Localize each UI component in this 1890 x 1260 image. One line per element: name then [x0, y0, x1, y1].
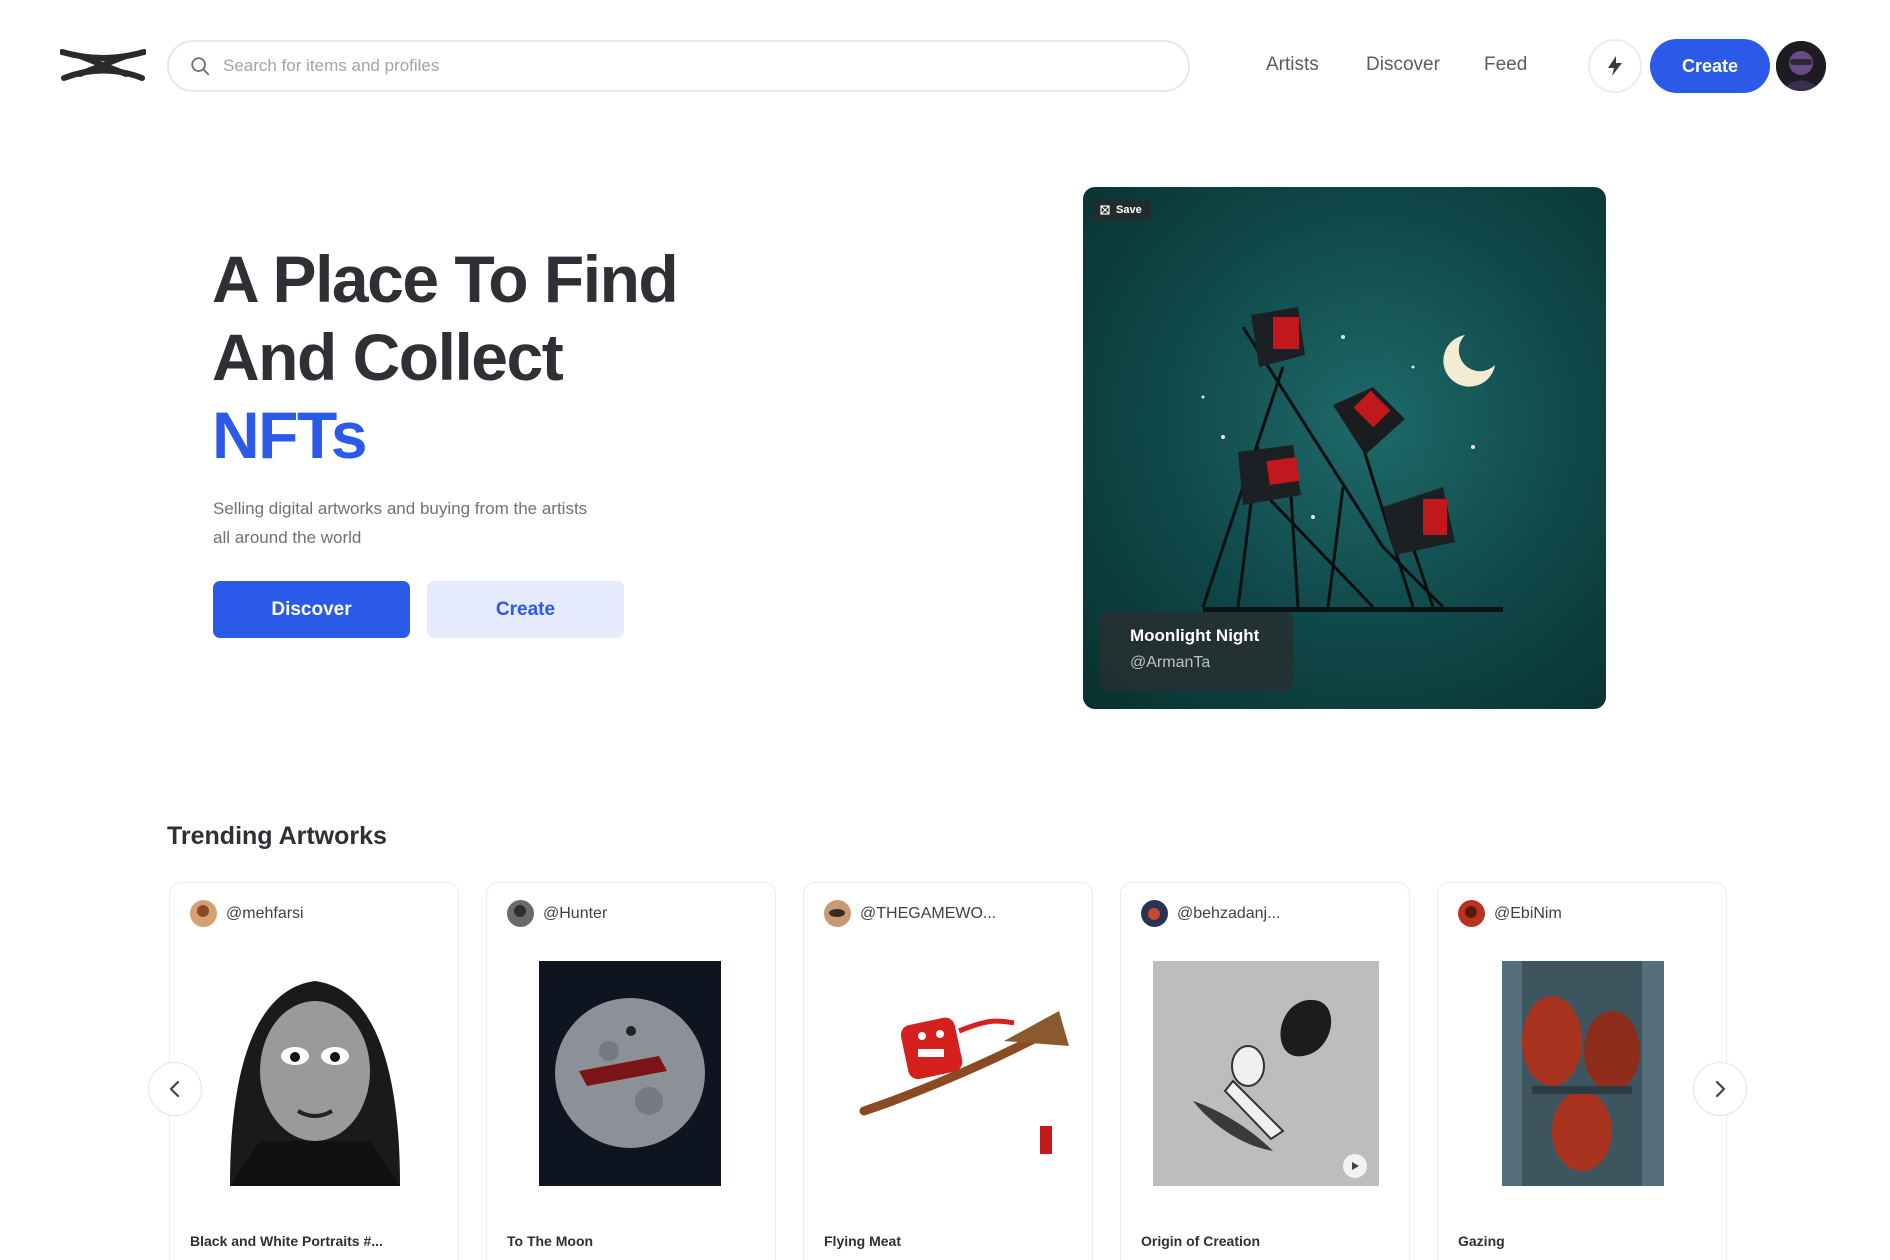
artwork-image[interactable]: [1153, 961, 1379, 1186]
artist-avatar[interactable]: [190, 900, 217, 927]
artist-avatar[interactable]: [507, 900, 534, 927]
bookmark-icon: [1100, 205, 1110, 215]
save-label: Save: [1116, 204, 1142, 216]
play-icon: [1352, 1162, 1359, 1170]
artwork-title[interactable]: Flying Meat: [824, 1233, 901, 1249]
card-header: @behzadanj...: [1141, 900, 1280, 927]
artist-handle[interactable]: @behzadanj...: [1177, 905, 1280, 923]
trending-title: Trending Artworks: [167, 822, 387, 850]
artwork-title[interactable]: Origin of Creation: [1141, 1233, 1260, 1249]
chevron-left-icon: [169, 1080, 180, 1098]
logo-icon: [59, 49, 147, 81]
artist-handle[interactable]: @Hunter: [543, 905, 607, 923]
artwork-card[interactable]: @EbiNim Gazing: [1437, 882, 1727, 1260]
nav-artists[interactable]: Artists: [1266, 54, 1319, 76]
featured-artwork[interactable]: Save Moonlight Night @ArmanTa: [1083, 187, 1606, 709]
artist-handle[interactable]: @THEGAMEWO...: [860, 905, 996, 923]
discover-button[interactable]: Discover: [213, 581, 410, 638]
header-create-button[interactable]: Create: [1650, 39, 1770, 93]
artwork-card[interactable]: @behzadanj... Origin of Creation: [1120, 882, 1410, 1260]
lightning-icon: [1608, 56, 1622, 76]
search-bar[interactable]: [167, 40, 1190, 92]
save-button[interactable]: Save: [1091, 199, 1151, 221]
nav-discover[interactable]: Discover: [1366, 54, 1440, 76]
user-avatar[interactable]: [1776, 41, 1826, 91]
artwork-card[interactable]: @mehfarsi Black and White Portraits #...: [169, 882, 459, 1260]
hero-title: A Place To Find And Collect NFTs: [212, 240, 679, 474]
card-header: @Hunter: [507, 900, 607, 927]
create-button[interactable]: Create: [427, 581, 624, 638]
artwork-title[interactable]: To The Moon: [507, 1233, 593, 1249]
artwork-title[interactable]: Gazing: [1458, 1233, 1505, 1249]
artwork-image[interactable]: [834, 961, 1074, 1186]
featured-caption: Moonlight Night @ArmanTa: [1099, 612, 1293, 691]
featured-title: Moonlight Night: [1130, 626, 1260, 645]
artwork-card[interactable]: @Hunter To The Moon: [486, 882, 776, 1260]
search-icon: [191, 57, 210, 76]
card-header: @THEGAMEWO...: [824, 900, 996, 927]
search-input[interactable]: [223, 56, 1123, 76]
artwork-image[interactable]: [200, 961, 430, 1186]
featured-artist[interactable]: @ArmanTa: [1130, 654, 1293, 672]
hero-title-line2: And Collect: [212, 320, 564, 394]
artist-avatar[interactable]: [824, 900, 851, 927]
card-header: @EbiNim: [1458, 900, 1562, 927]
avatar-image: [1776, 41, 1826, 91]
artwork-card[interactable]: @THEGAMEWO... Flying Meat: [803, 882, 1093, 1260]
artwork-image[interactable]: [539, 961, 721, 1186]
artist-handle[interactable]: @EbiNim: [1494, 905, 1562, 923]
chevron-right-icon: [1715, 1080, 1726, 1098]
logo[interactable]: [59, 46, 147, 84]
hero-title-accent: NFTs: [212, 398, 368, 472]
activity-button[interactable]: [1588, 39, 1642, 93]
hero-title-line1: A Place To Find: [212, 242, 679, 316]
nav-feed[interactable]: Feed: [1484, 54, 1527, 76]
artwork-image[interactable]: [1502, 961, 1664, 1186]
artist-handle[interactable]: @mehfarsi: [226, 905, 304, 923]
carousel-prev-button[interactable]: [148, 1062, 202, 1116]
play-button[interactable]: [1343, 1154, 1367, 1178]
artist-avatar[interactable]: [1141, 900, 1168, 927]
carousel-next-button[interactable]: [1693, 1062, 1747, 1116]
artwork-title[interactable]: Black and White Portraits #...: [190, 1233, 383, 1249]
hero-subtitle: Selling digital artworks and buying from…: [213, 499, 588, 547]
artist-avatar[interactable]: [1458, 900, 1485, 927]
card-header: @mehfarsi: [190, 900, 304, 927]
trending-carousel: @mehfarsi Black and White Portraits #...…: [169, 882, 1727, 1260]
